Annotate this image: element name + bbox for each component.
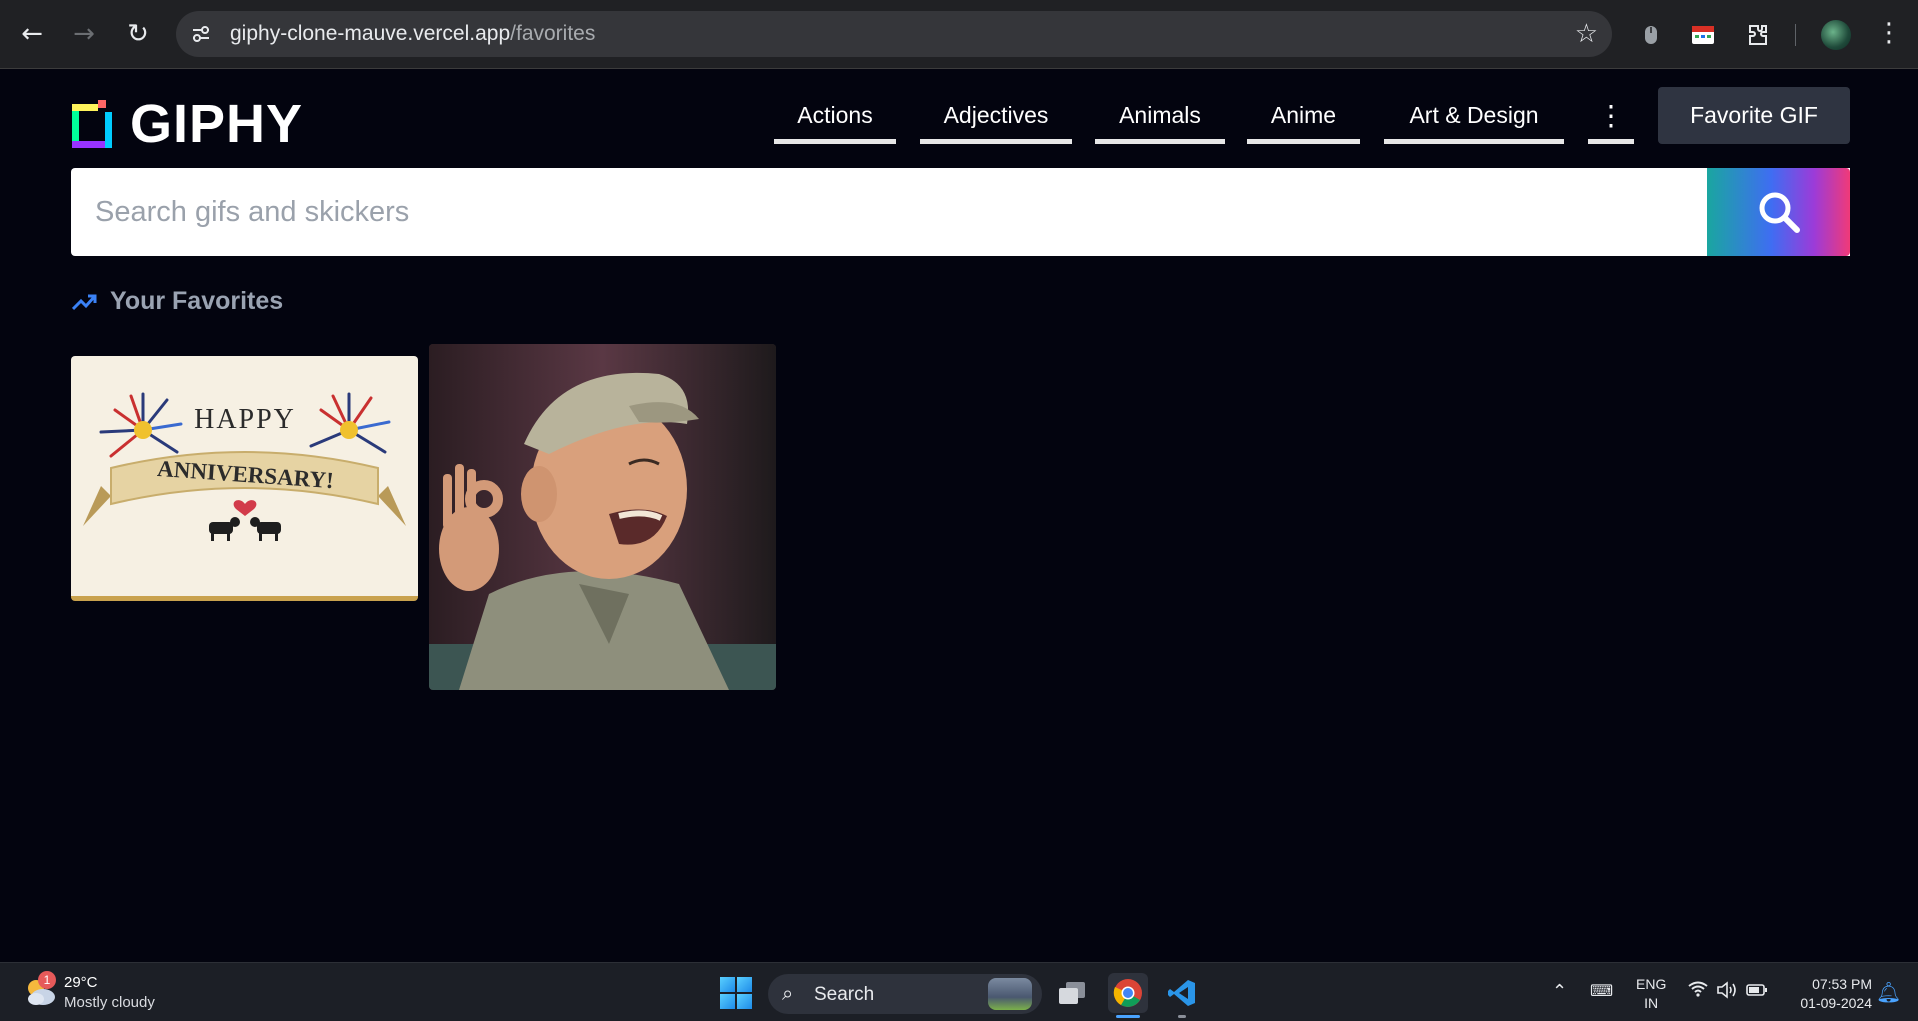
chrome-active-indicator xyxy=(1116,1015,1140,1018)
logo-text: GIPHY xyxy=(130,94,304,154)
trending-up-icon xyxy=(72,294,97,310)
url-text: giphy-clone-mauve.vercel.app/favorites xyxy=(230,22,595,46)
clock-time: 07:53 PM xyxy=(1812,976,1872,992)
chrome-taskbar-icon[interactable] xyxy=(1108,973,1148,1013)
more-categories-icon[interactable]: ⋮ xyxy=(1588,99,1634,144)
show-hidden-icons-chevron-icon[interactable]: ⌃ xyxy=(1552,981,1567,1002)
page: GIPHY Actions Adjectives Animals Anime A… xyxy=(0,69,1918,962)
weather-badge: 1 xyxy=(38,971,56,989)
task-view-icon[interactable] xyxy=(1052,973,1092,1013)
favorite-gif-anniversary[interactable]: HAPPY ANNIVERSARY! xyxy=(71,356,418,601)
search-input[interactable] xyxy=(71,168,1707,256)
language-code: ENG xyxy=(1636,976,1667,992)
favorites-heading: Your Favorites xyxy=(72,287,283,316)
category-anime[interactable]: Anime xyxy=(1247,99,1360,144)
browser-menu-icon[interactable]: ⋮ xyxy=(1876,18,1902,48)
taskbar-search-label: Search xyxy=(814,984,875,1005)
url-host: giphy-clone-mauve.vercel.app xyxy=(230,22,511,45)
taskbar: 1 29°C Mostly cloudy ⌕ Search ⌃ ⌨ ENG IN xyxy=(0,962,1918,1021)
favorites-title: Your Favorites xyxy=(110,287,284,315)
url-path: /favorites xyxy=(510,22,596,45)
reload-icon[interactable]: ↻ xyxy=(122,18,154,50)
region-code: IN xyxy=(1644,995,1659,1011)
weather-temperature[interactable]: 29°C xyxy=(64,974,98,991)
extension-mouse-icon[interactable] xyxy=(1636,20,1666,50)
toolbar-separator xyxy=(1795,24,1796,46)
site-info-icon[interactable] xyxy=(188,21,214,47)
taskbar-search[interactable]: ⌕ Search xyxy=(768,974,1042,1014)
category-actions[interactable]: Actions xyxy=(774,99,896,144)
giphy-logo-mark-icon xyxy=(72,100,112,148)
windows-start-icon[interactable] xyxy=(720,977,752,1009)
profile-avatar[interactable] xyxy=(1821,20,1851,50)
weather-description[interactable]: Mostly cloudy xyxy=(64,994,155,1011)
favorite-gif-laughing-man[interactable] xyxy=(429,344,776,690)
extension-calendar-icon[interactable] xyxy=(1688,20,1718,50)
category-animals[interactable]: Animals xyxy=(1095,99,1225,144)
bookmark-star-icon[interactable]: ☆ xyxy=(1575,19,1598,49)
favorite-gif-button[interactable]: Favorite GIF xyxy=(1658,87,1850,144)
clock-date: 01-09-2024 xyxy=(1800,995,1872,1011)
search-highlight-gorilla-icon xyxy=(988,978,1032,1010)
category-art-design[interactable]: Art & Design xyxy=(1384,99,1564,144)
search-button[interactable] xyxy=(1707,168,1850,256)
anniversary-happy-text: HAPPY xyxy=(194,404,296,435)
notification-bell-icon[interactable]: 🔔︎ xyxy=(1876,980,1901,1004)
battery-icon[interactable] xyxy=(1746,981,1768,1002)
browser-toolbar: ← → ↻ giphy-clone-mauve.vercel.app/favor… xyxy=(0,0,1918,69)
language-indicator[interactable]: ENG IN xyxy=(1636,975,1666,1013)
volume-icon[interactable] xyxy=(1716,981,1738,1004)
wifi-icon[interactable] xyxy=(1688,981,1708,1002)
taskbar-search-icon: ⌕ xyxy=(782,981,794,1005)
keyboard-icon[interactable]: ⌨ xyxy=(1590,981,1613,1000)
address-bar[interactable]: giphy-clone-mauve.vercel.app/favorites ☆ xyxy=(176,11,1612,57)
search-bar xyxy=(71,168,1850,256)
extensions-puzzle-icon[interactable] xyxy=(1742,20,1772,50)
giphy-logo[interactable]: GIPHY xyxy=(72,93,303,155)
search-icon xyxy=(1759,192,1800,233)
forward-icon[interactable]: → xyxy=(68,18,100,50)
vscode-open-indicator xyxy=(1178,1015,1186,1018)
vscode-taskbar-icon[interactable] xyxy=(1162,973,1202,1013)
back-icon[interactable]: ← xyxy=(16,18,48,50)
clock[interactable]: 07:53 PM 01-09-2024 xyxy=(1788,975,1872,1013)
category-adjectives[interactable]: Adjectives xyxy=(920,99,1072,144)
